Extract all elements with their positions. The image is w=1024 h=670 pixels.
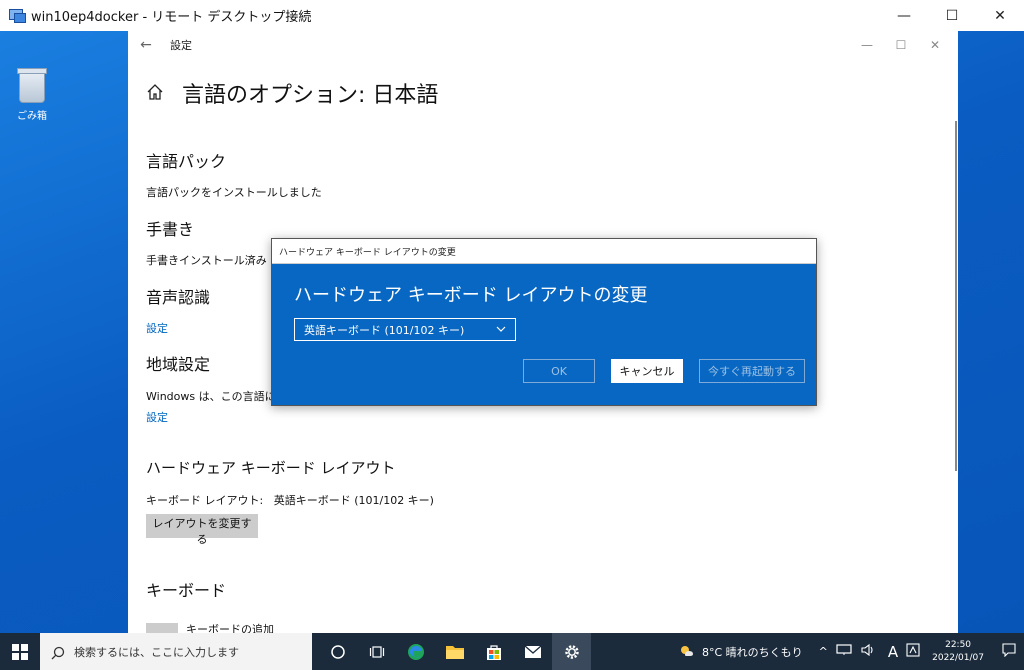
settings-scrollbar[interactable]: [955, 121, 957, 471]
speech-settings-link[interactable]: 設定: [146, 320, 168, 336]
cortana-icon[interactable]: [318, 633, 357, 670]
mail-icon[interactable]: [513, 633, 552, 670]
chevron-up-icon[interactable]: ^: [819, 645, 828, 658]
microsoft-store-icon[interactable]: [474, 633, 513, 670]
ime-mode-icon[interactable]: [906, 643, 920, 660]
change-layout-button[interactable]: レイアウトを変更する: [146, 514, 258, 546]
close-button[interactable]: ✕: [976, 0, 1024, 31]
minimize-button[interactable]: —: [880, 0, 928, 31]
notification-center-icon[interactable]: [1002, 643, 1016, 660]
file-explorer-icon[interactable]: [435, 633, 474, 670]
clock-date: 2022/01/07: [932, 652, 984, 663]
ok-button[interactable]: OK: [523, 359, 595, 383]
settings-titlebar: ← 設定 — ☐ ✕: [128, 31, 958, 59]
taskbar-apps: [318, 633, 591, 670]
weather-text[interactable]: 8°C 晴れのちくもり: [702, 644, 803, 660]
keyboard-layout-row: キーボード レイアウト: 英語キーボード (101/102 キー): [146, 492, 434, 508]
regional-description: Windows は、この言語に基: [146, 390, 287, 403]
windows-logo-icon: [12, 643, 28, 660]
keyboard-layout-value: 英語キーボード (101/102 キー): [273, 494, 434, 507]
chevron-down-icon: [495, 323, 507, 338]
task-view-icon[interactable]: [357, 633, 396, 670]
system-tray: 8°C 晴れのちくもり ^ A 22:50 2022/01/07: [674, 633, 1024, 670]
search-placeholder: 検索するには、ここに入力します: [74, 645, 239, 659]
handwriting-title: 手書き: [146, 220, 195, 239]
rdp-window-title: win10ep4docker - リモート デスクトップ接続: [31, 10, 312, 25]
taskbar-search[interactable]: 検索するには、ここに入力します: [40, 633, 312, 670]
keyboard-layout-label: キーボード レイアウト:: [146, 494, 264, 507]
language-pack-status: 言語パックをインストールしました: [146, 186, 322, 199]
settings-close-button[interactable]: ✕: [918, 31, 952, 59]
restart-now-button[interactable]: 今すぐ再起動する: [699, 359, 805, 383]
recycle-bin-shortcut[interactable]: ごみ箱: [10, 68, 54, 122]
settings-minimize-button[interactable]: —: [850, 31, 884, 59]
cancel-button[interactable]: キャンセル: [611, 359, 683, 383]
volume-icon[interactable]: [860, 643, 876, 660]
speech-title: 音声認識: [146, 288, 211, 307]
settings-window-controls: — ☐ ✕: [850, 31, 952, 59]
settings-app-title: 設定: [170, 39, 192, 52]
page-title: 言語のオプション: 日本語: [182, 83, 439, 108]
regional-title: 地域設定: [146, 355, 211, 374]
edge-browser-icon[interactable]: [396, 633, 435, 670]
keyboard-title: キーボード: [146, 581, 227, 600]
home-icon[interactable]: [146, 83, 168, 103]
add-keyboard-plus-icon[interactable]: [146, 623, 178, 633]
taskbar: 検索するには、ここに入力します 8°C 晴れのちくもり ^ A 22:50 20…: [0, 633, 1024, 670]
back-arrow-icon[interactable]: ←: [128, 37, 164, 53]
handwriting-status: 手書きインストール済み: [146, 254, 267, 267]
regional-settings-link[interactable]: 設定: [146, 409, 168, 425]
recycle-bin-icon: [17, 68, 47, 103]
settings-maximize-button[interactable]: ☐: [884, 31, 918, 59]
page-header: 言語のオプション: 日本語: [146, 77, 438, 109]
maximize-button[interactable]: ☐: [928, 0, 976, 31]
rdp-titlebar: win10ep4docker - リモート デスクトップ接続 — ☐ ✕: [0, 0, 1024, 32]
network-icon[interactable]: [836, 644, 852, 659]
change-layout-dialog: ハードウェア キーボード レイアウトの変更 ハードウェア キーボード レイアウト…: [271, 238, 817, 406]
hardware-keyboard-title: ハードウェア キーボード レイアウト: [146, 459, 396, 477]
ime-indicator[interactable]: A: [888, 643, 898, 661]
keyboard-layout-selected-value: 英語キーボード (101/102 キー): [304, 323, 465, 337]
dialog-heading: ハードウェア キーボード レイアウトの変更: [294, 285, 648, 306]
weather-icon[interactable]: [678, 642, 694, 661]
keyboard-layout-select[interactable]: 英語キーボード (101/102 キー): [294, 318, 516, 341]
add-keyboard-label[interactable]: キーボードの追加: [186, 621, 274, 633]
language-pack-title: 言語パック: [146, 152, 227, 171]
search-icon: [51, 645, 65, 659]
clock[interactable]: 22:50 2022/01/07: [932, 639, 984, 665]
settings-gear-icon[interactable]: [552, 633, 591, 670]
start-button[interactable]: [0, 633, 40, 670]
rdp-window-controls: — ☐ ✕: [880, 0, 1024, 31]
remote-desktop-icon: [9, 8, 26, 23]
dialog-titlebar: ハードウェア キーボード レイアウトの変更: [272, 239, 816, 264]
recycle-bin-label: ごみ箱: [17, 111, 47, 122]
clock-time: 22:50: [945, 639, 972, 650]
